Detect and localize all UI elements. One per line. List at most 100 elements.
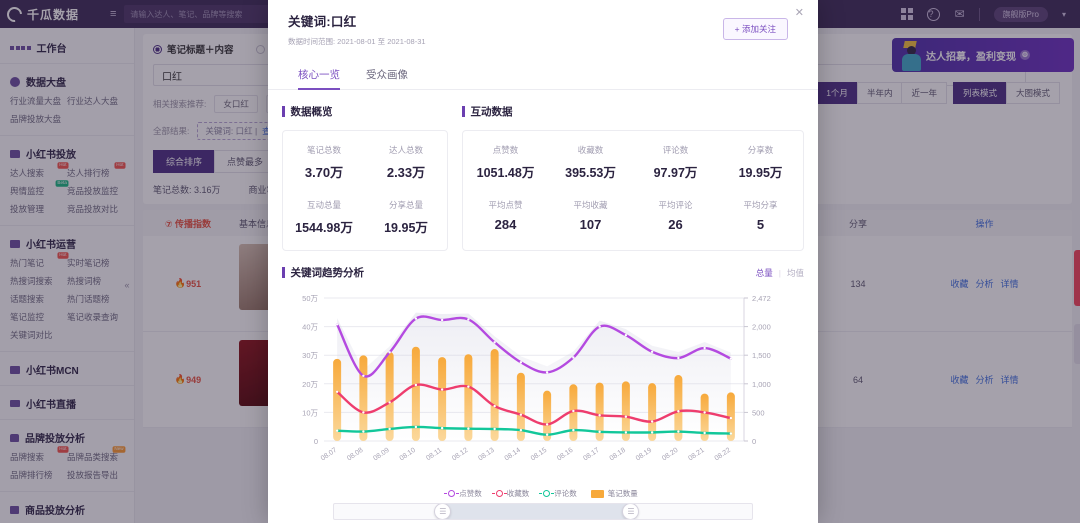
keyword-detail-modal: 关键词:口红 数据时间范围: 2021-08-01 至 2021-08-31 ✕… — [268, 0, 818, 523]
chart-metric-toggle: 总量 | 均值 — [756, 267, 804, 279]
legend-label: 评论数 — [554, 489, 577, 498]
legend-label: 收藏数 — [506, 489, 530, 498]
metric-value: 2.33万 — [386, 165, 426, 180]
metric-label: 平均点赞 — [488, 200, 523, 210]
svg-text:2,472: 2,472 — [752, 294, 771, 303]
svg-text:08.08: 08.08 — [346, 447, 365, 463]
svg-text:08.15: 08.15 — [530, 447, 549, 463]
chart-legend: 点赞数 收藏数 评论数 笔记数量 — [282, 488, 804, 499]
metric-avg-likes: 平均点赞 284 — [463, 199, 548, 232]
svg-text:08.22: 08.22 — [714, 447, 733, 463]
metric-value: 97.97万 — [653, 166, 698, 180]
metric-label: 平均收藏 — [573, 200, 608, 210]
metric-label: 互动总量 — [306, 200, 341, 210]
metric-label: 点赞数 — [492, 145, 519, 155]
svg-text:50万: 50万 — [302, 294, 318, 303]
metric-avg-comments: 平均评论 26 — [633, 199, 718, 232]
tab-audience-profile[interactable]: 受众画像 — [366, 67, 408, 89]
metric-likes: 点赞数 1051.48万 — [463, 144, 548, 181]
datazoom-selected-range[interactable] — [442, 504, 635, 519]
svg-text:40万: 40万 — [302, 323, 318, 332]
legend-ring-icon — [539, 490, 555, 497]
section-titles-row: 数据概览 互动数据 — [282, 104, 804, 119]
metric-value: 26 — [668, 217, 683, 232]
keyword-trend-chart[interactable]: 0 10万 20万 30万 40万 50万 0 500 1,000 1,500 2,000 2,472… — [282, 286, 804, 486]
legend-swatch-icon — [590, 489, 604, 498]
legend-item-评论数[interactable]: 评论数 — [539, 488, 577, 499]
trend-section-title: 关键词趋势分析 — [282, 265, 365, 280]
metric-row: 笔记总数 3.70万 达人总数 2.33万 — [283, 144, 447, 181]
interaction-section-title: 互动数据 — [462, 104, 804, 119]
metric-shares: 分享数 19.95万 — [718, 144, 803, 181]
modal-body: 数据概览 互动数据 笔记总数 3.70万 达人总数 2.33万 互动总量 154… — [268, 90, 818, 520]
metric-interaction-total: 互动总量 1544.98万 — [283, 199, 365, 236]
toggle-total[interactable]: 总量 — [756, 267, 773, 279]
legend-label: 笔记数量 — [607, 489, 638, 498]
metric-label: 平均分享 — [743, 200, 778, 210]
metric-label: 分享总量 — [388, 200, 423, 210]
chart-header: 关键词趋势分析 总量 | 均值 — [282, 265, 805, 280]
metric-label: 达人总数 — [388, 145, 423, 155]
metric-value: 5 — [756, 217, 765, 232]
svg-text:500: 500 — [752, 408, 765, 417]
tab-core-overview[interactable]: 核心一览 — [298, 67, 340, 90]
add-follow-button[interactable]: + 添加关注 — [722, 18, 788, 40]
svg-text:08.17: 08.17 — [582, 447, 601, 463]
svg-text:1,000: 1,000 — [752, 380, 771, 389]
metric-comments: 评论数 97.97万 — [633, 144, 718, 181]
metric-label: 评论数 — [662, 145, 689, 155]
metric-value: 395.53万 — [565, 166, 616, 180]
svg-text:0: 0 — [314, 437, 318, 446]
metric-avg-collects: 平均收藏 107 — [548, 199, 633, 232]
svg-text:08.09: 08.09 — [372, 447, 391, 463]
datazoom-handle-right[interactable]: ☰ — [622, 504, 640, 519]
svg-text:08.11: 08.11 — [425, 447, 443, 462]
svg-text:08.14: 08.14 — [504, 447, 523, 463]
metric-value: 3.70万 — [304, 165, 344, 180]
modal-header: 关键词:口红 数据时间范围: 2021-08-01 至 2021-08-31 ✕… — [268, 0, 818, 47]
svg-text:08.21: 08.21 — [687, 447, 706, 463]
metric-row: 互动总量 1544.98万 分享总量 19.95万 — [283, 199, 447, 236]
metric-row: 平均点赞 284 平均收藏 107 平均评论 26 平均分享 5 — [463, 199, 803, 232]
legend-item-点赞数[interactable]: 点赞数 — [444, 488, 482, 499]
interaction-card: 点赞数 1051.48万 收藏数 395.53万 评论数 97.97万 分享数 … — [462, 130, 804, 251]
metric-value: 284 — [494, 217, 517, 232]
metric-value: 19.95万 — [384, 221, 428, 235]
metric-collects: 收藏数 395.53万 — [548, 144, 633, 181]
metric-label: 分享数 — [747, 145, 774, 155]
svg-text:08.20: 08.20 — [661, 447, 680, 463]
svg-text:08.07: 08.07 — [320, 447, 339, 463]
svg-text:08.16: 08.16 — [556, 447, 575, 463]
metric-share-total: 分享总量 19.95万 — [365, 199, 447, 236]
svg-text:20万: 20万 — [302, 380, 318, 389]
close-icon[interactable]: ✕ — [795, 6, 804, 19]
legend-item-笔记数量[interactable]: 笔记数量 — [590, 488, 638, 499]
overview-card: 笔记总数 3.70万 达人总数 2.33万 互动总量 1544.98万 分享总量… — [282, 130, 448, 251]
svg-text:08.18: 08.18 — [609, 447, 628, 463]
toggle-average[interactable]: 均值 — [787, 267, 804, 279]
svg-text:08.13: 08.13 — [477, 447, 496, 463]
toggle-separator: | — [778, 267, 781, 278]
svg-text:1,500: 1,500 — [752, 351, 771, 360]
modal-tabs: 核心一览 受众画像 — [268, 67, 818, 90]
overview-section-title: 数据概览 — [282, 104, 448, 119]
svg-text:10万: 10万 — [302, 408, 318, 417]
legend-label: 点赞数 — [459, 489, 482, 498]
metric-creator-total: 达人总数 2.33万 — [365, 144, 447, 181]
chart-datazoom-slider[interactable]: ☰ ☰ — [333, 503, 753, 520]
legend-item-收藏数[interactable]: 收藏数 — [491, 488, 530, 499]
svg-text:08.19: 08.19 — [635, 447, 654, 463]
metric-value: 107 — [579, 217, 602, 232]
metric-label: 收藏数 — [577, 145, 604, 155]
metric-avg-shares: 平均分享 5 — [718, 199, 803, 232]
legend-ring-icon — [444, 490, 460, 497]
chart-svg: 0 10万 20万 30万 40万 50万 0 500 1,000 1,500 2,000 2,472… — [302, 294, 771, 463]
svg-text:0: 0 — [752, 437, 756, 446]
metric-cards: 笔记总数 3.70万 达人总数 2.33万 互动总量 1544.98万 分享总量… — [282, 130, 804, 251]
metric-row: 点赞数 1051.48万 收藏数 395.53万 评论数 97.97万 分享数 … — [463, 144, 803, 181]
modal-date-range: 数据时间范围: 2021-08-01 至 2021-08-31 — [288, 37, 426, 46]
metric-value: 1051.48万 — [476, 166, 535, 180]
svg-text:08.10: 08.10 — [399, 447, 418, 463]
metric-label: 平均评论 — [658, 200, 693, 210]
legend-ring-icon — [491, 490, 507, 497]
